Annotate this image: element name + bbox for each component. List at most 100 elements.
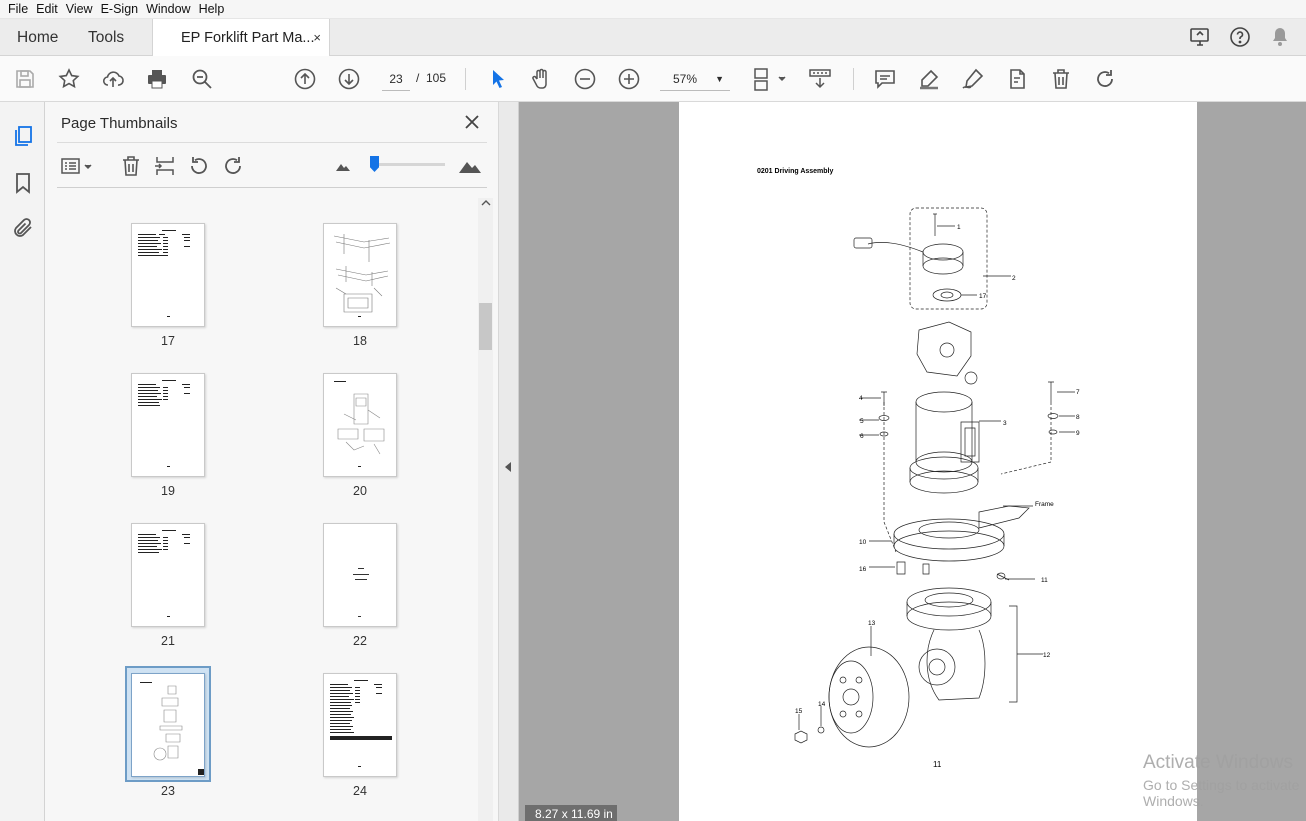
menu-view[interactable]: View bbox=[66, 2, 93, 16]
next-page-icon[interactable] bbox=[337, 67, 361, 91]
callout-label: 13 bbox=[868, 620, 876, 627]
hand-tool-icon[interactable] bbox=[529, 67, 553, 91]
callout-label: 15 bbox=[795, 708, 803, 715]
callout-label: 17 bbox=[979, 293, 987, 300]
close-tab-icon[interactable]: × bbox=[313, 30, 321, 45]
menu-help[interactable]: Help bbox=[199, 2, 225, 16]
page-thumbnails-icon[interactable] bbox=[11, 124, 35, 148]
thumbnail-size-slider[interactable] bbox=[373, 163, 445, 166]
callout-label: 4 bbox=[859, 395, 863, 402]
delete-trash-icon[interactable] bbox=[1049, 67, 1073, 91]
divider bbox=[465, 68, 466, 90]
callout-label: 2 bbox=[1012, 275, 1016, 282]
scrollbar-thumb[interactable] bbox=[479, 303, 492, 350]
thumbnail-options-menu-icon[interactable] bbox=[60, 154, 96, 178]
callout-label: 10 bbox=[859, 539, 867, 546]
divider bbox=[57, 142, 487, 143]
upload-cloud-icon[interactable] bbox=[101, 67, 125, 91]
print-icon[interactable] bbox=[145, 67, 169, 91]
thumbnail-page-label: 23 bbox=[161, 784, 175, 798]
page-footer-number: 11 bbox=[933, 760, 942, 769]
page-fit-icon[interactable] bbox=[752, 67, 788, 91]
page-thumbnail[interactable] bbox=[323, 523, 397, 627]
menu-edit[interactable]: Edit bbox=[36, 2, 58, 16]
windows-activation-watermark: Activate Windows Go to Settings to activ… bbox=[1143, 752, 1306, 809]
edit-pdf-icon[interactable] bbox=[1005, 67, 1029, 91]
main-toolbar: 23 / 105 57% ▼ bbox=[0, 56, 1306, 102]
find-zoom-icon[interactable] bbox=[190, 67, 214, 91]
bookmark-star-icon[interactable] bbox=[57, 67, 81, 91]
tab-bar: Home Tools EP Forklift Part Ma... × bbox=[0, 19, 1306, 56]
callout-label: Frame bbox=[1035, 501, 1054, 508]
tab-home[interactable]: Home bbox=[17, 19, 58, 56]
menu-esign[interactable]: E-Sign bbox=[101, 2, 139, 16]
attachments-paperclip-icon[interactable] bbox=[11, 216, 35, 240]
page-thumbnail[interactable] bbox=[323, 223, 397, 327]
thumbnail-page-label: 24 bbox=[353, 784, 367, 798]
page-thumbnail-selected[interactable] bbox=[131, 673, 205, 777]
rotate-counterclockwise-icon[interactable] bbox=[187, 154, 211, 178]
callout-label: 3 bbox=[1003, 420, 1007, 427]
page-thumbnail[interactable] bbox=[131, 223, 205, 327]
menu-file[interactable]: File bbox=[8, 2, 28, 16]
redo-rotate-icon[interactable] bbox=[1093, 67, 1117, 91]
menu-window[interactable]: Window bbox=[146, 2, 190, 16]
callout-label: 5 bbox=[860, 418, 864, 425]
bookmarks-icon[interactable] bbox=[11, 171, 35, 195]
select-cursor-icon[interactable] bbox=[486, 67, 510, 91]
chevron-down-icon: ▼ bbox=[715, 74, 724, 84]
rotate-clockwise-icon[interactable] bbox=[221, 154, 245, 178]
collapse-panel-arrow-icon[interactable] bbox=[505, 462, 511, 472]
close-panel-icon[interactable] bbox=[463, 113, 481, 131]
page-size-badge: 8.27 x 11.69 in bbox=[525, 805, 617, 821]
divider bbox=[853, 68, 854, 90]
highlight-pen-icon[interactable] bbox=[917, 67, 941, 91]
callout-label: 16 bbox=[859, 566, 867, 573]
menu-bar: File Edit View E-Sign Window Help bbox=[0, 0, 1306, 19]
zoom-out-icon[interactable] bbox=[573, 67, 597, 91]
insert-pages-icon[interactable] bbox=[153, 154, 177, 178]
page-thumbnail[interactable] bbox=[131, 373, 205, 477]
top-right-icons bbox=[1188, 25, 1292, 52]
previous-page-icon[interactable] bbox=[293, 67, 317, 91]
large-thumbnail-mountain-icon[interactable] bbox=[458, 153, 482, 177]
total-pages: 105 bbox=[426, 71, 447, 85]
thumbnail-page-label: 17 bbox=[161, 334, 175, 348]
callout-label: 11 bbox=[1041, 577, 1048, 584]
panel-splitter[interactable] bbox=[499, 102, 519, 821]
save-icon[interactable] bbox=[13, 67, 37, 91]
zoom-in-icon[interactable] bbox=[617, 67, 641, 91]
page-thumbnail[interactable] bbox=[323, 673, 397, 777]
notifications-bell-icon[interactable] bbox=[1268, 25, 1292, 52]
callout-label: 12 bbox=[1043, 652, 1051, 659]
page-separator: / bbox=[416, 71, 420, 85]
delete-pages-icon[interactable] bbox=[119, 154, 143, 178]
tab-document[interactable]: EP Forklift Part Ma... × bbox=[152, 19, 330, 56]
page-thumbnail[interactable] bbox=[323, 373, 397, 477]
zoom-level-select[interactable]: 57% ▼ bbox=[660, 67, 730, 91]
tab-tools[interactable]: Tools bbox=[88, 19, 124, 56]
thumbnail-scrollbar[interactable] bbox=[478, 198, 493, 821]
share-screen-icon[interactable] bbox=[1188, 25, 1212, 52]
document-view[interactable]: 0201 Driving Assembly 1 2 17 4 5 6 7 8 9… bbox=[519, 102, 1306, 821]
help-icon[interactable] bbox=[1228, 25, 1252, 52]
comment-icon[interactable] bbox=[873, 67, 897, 91]
zoom-value: 57% bbox=[673, 72, 698, 86]
thumbnails-panel: Page Thumbnails 17 18 19 20 21 22 23 24 bbox=[45, 102, 499, 821]
thumbnail-page-label: 19 bbox=[161, 484, 175, 498]
thumbnail-page-label: 18 bbox=[353, 334, 367, 348]
pdf-page: 0201 Driving Assembly 1 2 17 4 5 6 7 8 9… bbox=[679, 102, 1197, 821]
callout-label: 6 bbox=[860, 433, 864, 440]
draw-signature-icon[interactable] bbox=[961, 67, 985, 91]
panel-title: Page Thumbnails bbox=[61, 115, 178, 132]
divider bbox=[57, 187, 487, 188]
small-thumbnail-mountain-icon[interactable] bbox=[335, 157, 351, 173]
page-number-input[interactable]: 23 bbox=[382, 67, 410, 91]
scrolling-mode-icon[interactable] bbox=[808, 67, 832, 91]
scroll-up-chevron-icon[interactable] bbox=[479, 196, 493, 210]
slider-handle[interactable] bbox=[370, 156, 379, 172]
thumbnail-page-label: 22 bbox=[353, 634, 367, 648]
callout-label: 1 bbox=[957, 224, 961, 231]
callout-label: 9 bbox=[1076, 430, 1080, 437]
page-thumbnail[interactable] bbox=[131, 523, 205, 627]
